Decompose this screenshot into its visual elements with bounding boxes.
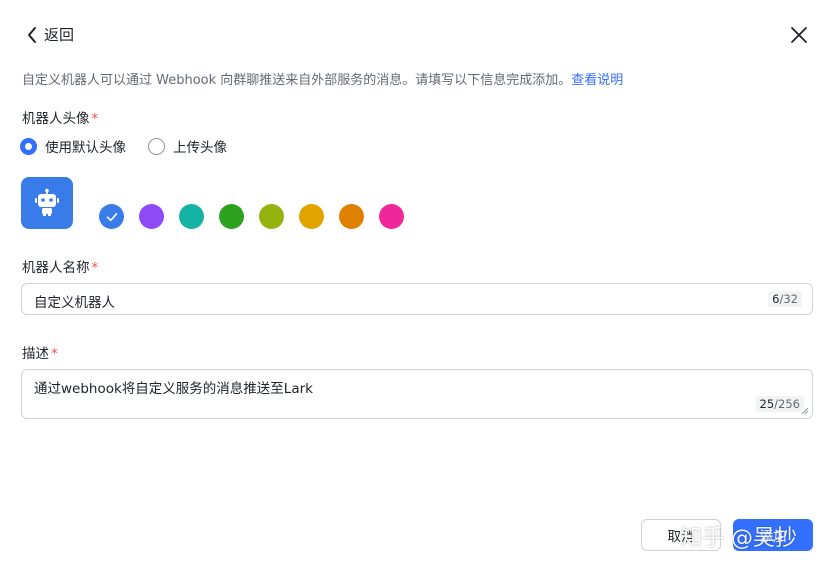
color-swatches xyxy=(99,204,419,229)
description-value[interactable]: 通过webhook将自定义服务的消息推送至Lark xyxy=(34,377,313,397)
name-label-text: 机器人名称 xyxy=(22,260,90,276)
dialog-header: 返回 xyxy=(0,0,831,70)
radio-unchecked-icon[interactable] xyxy=(148,137,165,155)
back-label: 返回 xyxy=(44,26,75,44)
resize-handle-icon[interactable] xyxy=(801,407,809,415)
name-char-max: /32 xyxy=(779,292,798,306)
description-char-count: 25 xyxy=(759,397,775,411)
color-swatch[interactable] xyxy=(259,204,284,229)
required-mark: * xyxy=(91,111,99,127)
name-char-counter: 6/32 xyxy=(768,291,802,307)
avatar-label-text: 机器人头像 xyxy=(22,111,90,127)
required-mark: * xyxy=(91,260,99,276)
color-swatch[interactable] xyxy=(139,204,164,229)
name-input[interactable]: 自定义机器人 6/32 xyxy=(21,283,813,315)
name-input-value[interactable]: 自定义机器人 xyxy=(34,291,115,311)
description-label: 描述 * xyxy=(22,342,58,362)
color-swatch-selected[interactable] xyxy=(99,204,124,229)
robot-icon xyxy=(35,188,59,216)
color-swatch[interactable] xyxy=(299,204,324,229)
radio-label: 上传头像 xyxy=(173,140,227,156)
color-swatch[interactable] xyxy=(339,204,364,229)
avatar-radio-group: 使用默认头像 上传头像 xyxy=(20,136,249,156)
color-swatch[interactable] xyxy=(219,204,244,229)
cancel-button[interactable]: 取消 xyxy=(641,519,721,551)
color-swatch[interactable] xyxy=(379,204,404,229)
radio-checked-icon[interactable] xyxy=(20,137,37,155)
help-link[interactable]: 查看说明 xyxy=(571,73,623,88)
intro-description: 自定义机器人可以通过 Webhook 向群聊推送来自外部服务的消息。请填写以下信… xyxy=(22,73,572,88)
required-mark: * xyxy=(51,346,58,362)
close-icon[interactable] xyxy=(788,24,810,46)
description-textarea[interactable]: 通过webhook将自定义服务的消息推送至Lark 25/256 xyxy=(21,369,813,419)
avatar-label: 机器人头像 * xyxy=(22,107,98,127)
radio-default-avatar[interactable]: 使用默认头像 xyxy=(20,136,126,156)
description-char-max: /256 xyxy=(774,397,800,411)
description-label-text: 描述 xyxy=(22,346,49,362)
description-char-counter: 25/256 xyxy=(755,396,804,412)
radio-label: 使用默认头像 xyxy=(45,140,126,156)
checkmark-icon xyxy=(106,212,117,221)
back-button[interactable]: 返回 xyxy=(26,24,74,45)
name-label: 机器人名称 * xyxy=(22,256,98,276)
add-button[interactable]: 添加 xyxy=(733,519,813,551)
color-swatch[interactable] xyxy=(179,204,204,229)
chevron-left-icon xyxy=(28,26,36,43)
radio-upload-avatar[interactable]: 上传头像 xyxy=(148,136,227,156)
avatar xyxy=(21,177,73,229)
intro-text: 自定义机器人可以通过 Webhook 向群聊推送来自外部服务的消息。请填写以下信… xyxy=(22,69,623,88)
